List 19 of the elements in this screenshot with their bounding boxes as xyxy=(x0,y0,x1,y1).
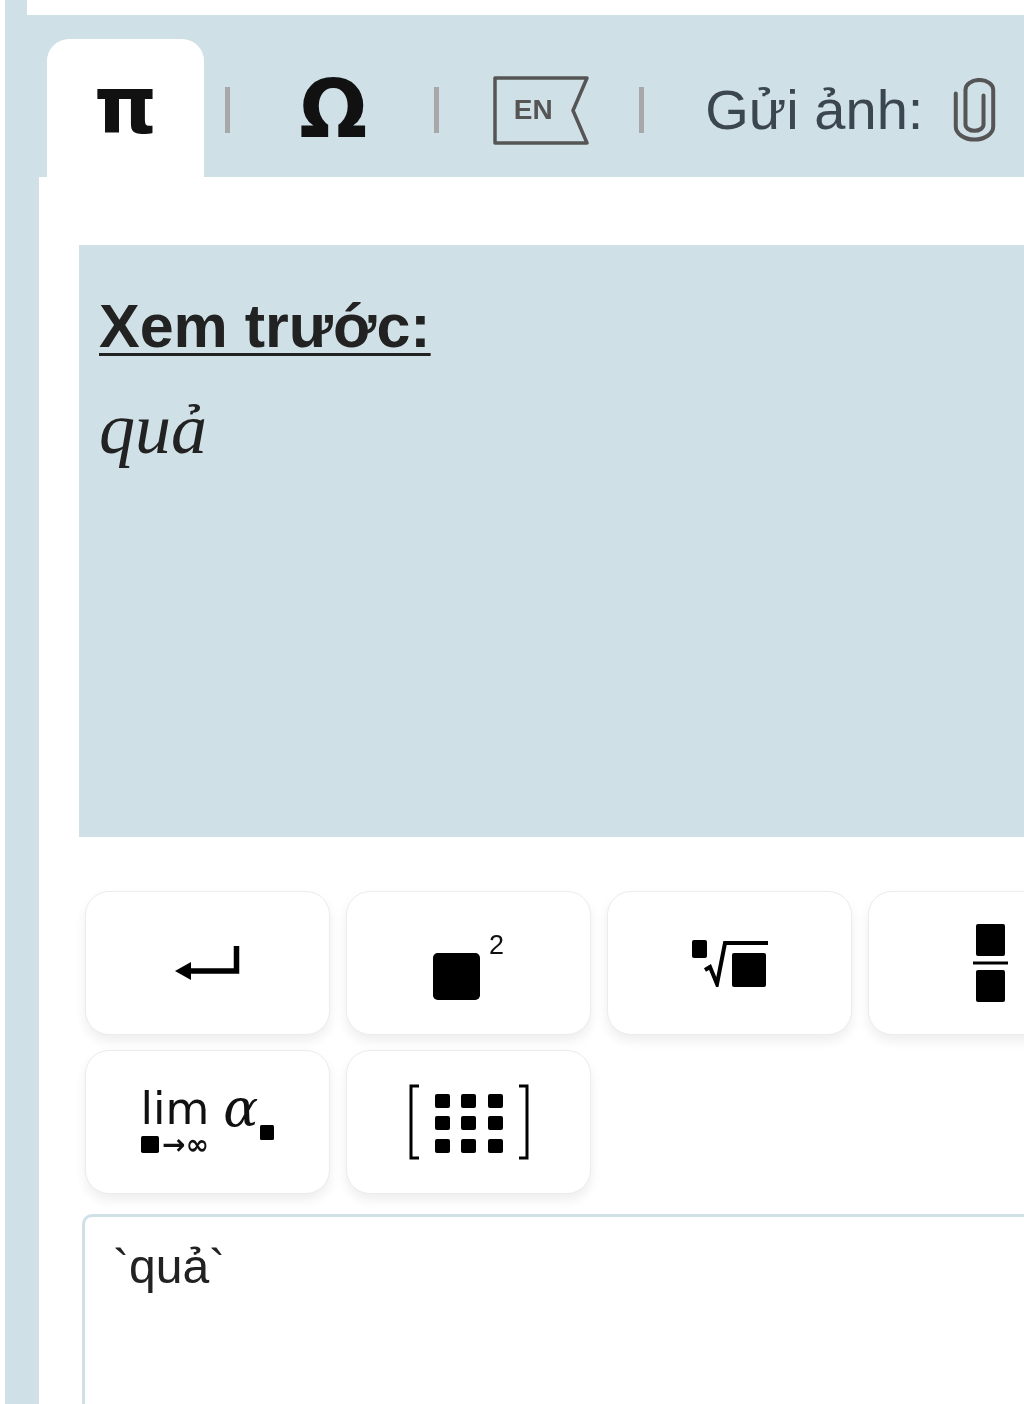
flag-icon xyxy=(493,75,590,145)
math-input-field[interactable]: `quả` xyxy=(82,1214,1024,1404)
power-button[interactable]: 2 xyxy=(346,891,591,1035)
matrix-button[interactable] xyxy=(346,1050,591,1194)
placeholder-square-icon xyxy=(433,953,480,1000)
matrix-icon xyxy=(407,1084,530,1160)
paperclip-icon xyxy=(953,78,997,142)
placeholder-square-icon xyxy=(260,1124,275,1140)
placeholder-square-icon xyxy=(141,1136,160,1153)
symbol-tab[interactable]: π xyxy=(47,39,205,177)
root-button[interactable] xyxy=(607,891,852,1035)
limit-button[interactable]: lim →∞ α xyxy=(85,1050,330,1194)
language-tab[interactable]: EN xyxy=(493,75,590,145)
fraction-icon xyxy=(973,924,1008,1002)
nth-root-icon xyxy=(691,939,768,987)
symbol-tab[interactable]: Ω xyxy=(299,70,368,150)
return-arrow-icon xyxy=(175,943,240,983)
send-image-button[interactable]: Gửi ảnh: xyxy=(705,78,997,142)
preview-heading: Xem trước: xyxy=(99,296,431,357)
